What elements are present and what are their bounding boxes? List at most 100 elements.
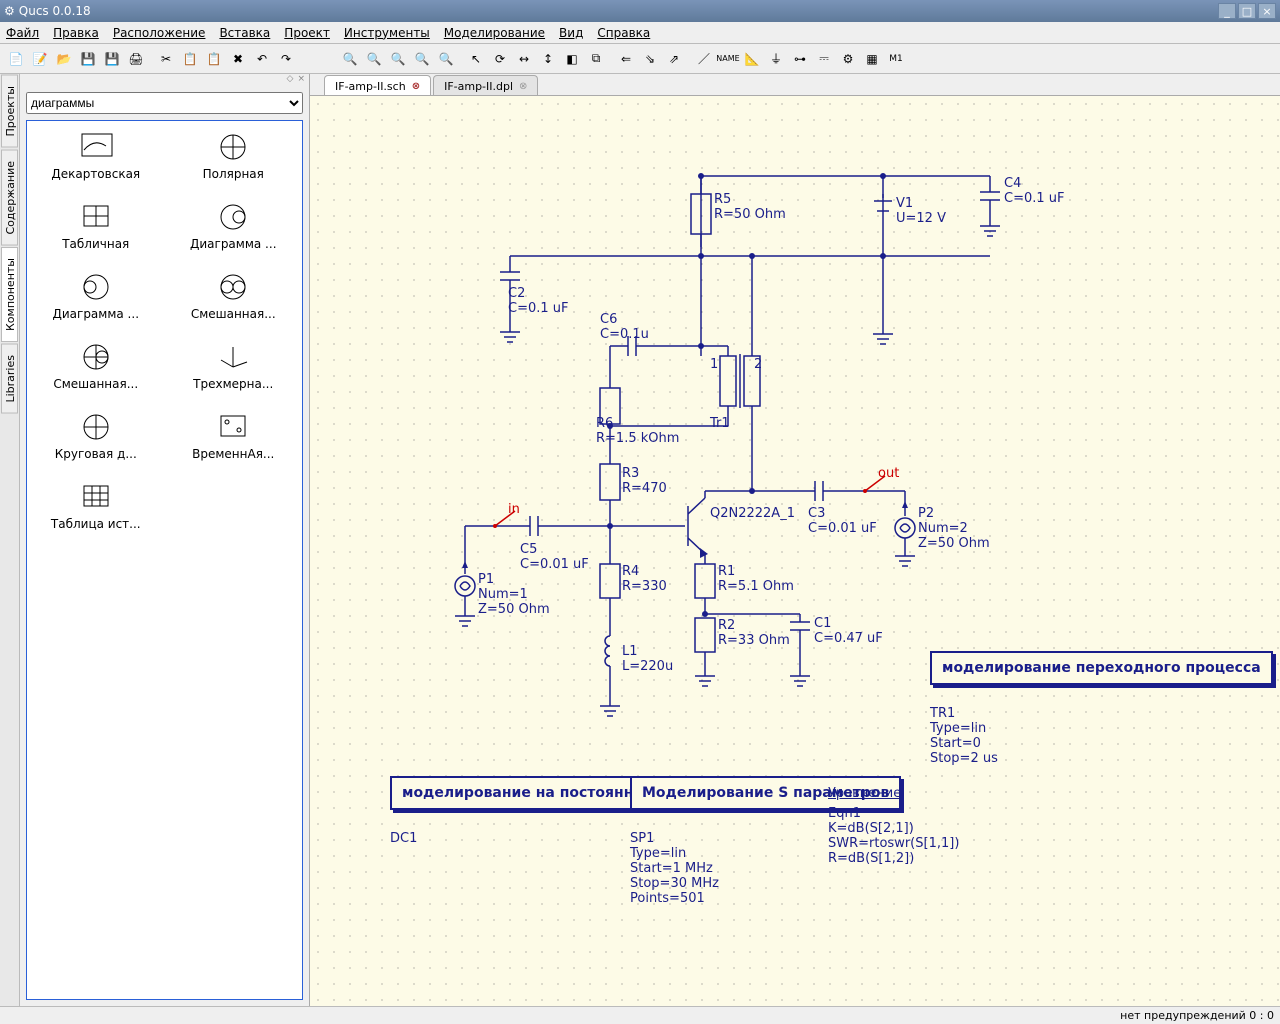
zoom-out-icon[interactable]: 🔍 [363,48,385,70]
tab-sch[interactable]: IF-amp-II.sch ⊗ [324,75,431,95]
menu-edit[interactable]: Правка [53,26,99,40]
paste-icon[interactable]: 📋 [203,48,225,70]
label-c4: C4 C=0.1 uF [1004,176,1065,206]
ground-icon[interactable]: ⏚ [765,48,787,70]
tab-close-icon[interactable]: ⊗ [519,81,527,92]
mirror-y-icon[interactable]: ↕ [537,48,559,70]
status-text: нет предупреждений 0 : 0 [1120,1009,1274,1022]
toggle-icon[interactable]: ⧉ [585,48,607,70]
sim-dc-sub: DC1 [390,831,417,846]
menu-view[interactable]: Вид [559,26,583,40]
delete-icon[interactable]: ✖ [227,48,249,70]
new-text-icon[interactable]: 📝 [29,48,51,70]
saveall-icon[interactable]: 💾 [101,48,123,70]
cursor-icon[interactable]: ↖ [465,48,487,70]
label-r2: R2 R=33 Ohm [718,618,790,648]
open-icon[interactable]: 📂 [53,48,75,70]
palette-item-table[interactable]: Табличная [27,191,165,261]
sidetab-libraries[interactable]: Libraries [1,344,18,414]
close-button[interactable]: × [1258,3,1276,19]
activate-icon[interactable]: ◧ [561,48,583,70]
palette-item-cartesian[interactable]: Декартовская [27,121,165,191]
palette-select[interactable]: диаграммы [26,92,303,114]
print-icon[interactable]: 🖨 [125,48,147,70]
wire-icon[interactable]: ／ [693,48,715,70]
minimize-button[interactable]: _ [1218,3,1236,19]
net-in: in [508,502,520,517]
panel-float-icon[interactable]: ◇ [287,74,294,88]
canvas-scroll[interactable]: R5 R=50 Ohm V1 U=12 V C4 C=0.1 uF C2 C=0… [310,96,1280,1006]
menu-help[interactable]: Справка [597,26,650,40]
label-c1: C1 C=0.47 uF [814,616,883,646]
menubar: Файл Правка Расположение Вставка Проект … [0,22,1280,44]
sidetab-components[interactable]: Компоненты [1,247,18,342]
back-icon[interactable]: ⇐ [615,48,637,70]
palette-item-circle[interactable]: Круговая д... [27,401,165,471]
palette-item-truthtable[interactable]: Таблица ист... [27,471,165,541]
mixed-icon [213,271,253,303]
mixed2-icon [76,341,116,373]
window-title: Qucs 0.0.18 [15,4,1218,18]
sidetab-projects[interactable]: Проекты [1,75,18,148]
new-icon[interactable]: 📄 [5,48,27,70]
label-p2: P2 Num=2 Z=50 Ohm [918,506,990,551]
cut-icon[interactable]: ✂ [155,48,177,70]
palette-item-polar[interactable]: Полярная [165,121,303,191]
sim-tr-box[interactable]: моделирование переходного процесса [930,651,1273,685]
palette-item-mixed2[interactable]: Смешанная... [27,331,165,401]
marker-icon[interactable]: M1 [885,48,907,70]
smith2-icon [76,271,116,303]
display-icon[interactable]: ▦ [861,48,883,70]
label-v1: V1 U=12 V [896,196,946,226]
port-icon[interactable]: ⊶ [789,48,811,70]
sidetab-content[interactable]: Содержание [1,150,18,246]
palette: Декартовская Полярная Табличная Диаграмм… [26,120,303,1000]
sim-tr-sub: TR1 Type=lin Start=0 Stop=2 us [930,706,998,766]
panel-close-icon[interactable]: × [297,74,305,88]
truth-icon [76,481,116,513]
palette-item-timing[interactable]: ВременнАя... [165,401,303,471]
palette-item-mixed[interactable]: Смешанная... [165,261,303,331]
tab-dpl[interactable]: IF-amp-II.dpl ⊗ [433,75,538,95]
tab-close-icon[interactable]: ⊗ [412,81,420,92]
into-icon[interactable]: ⇘ [639,48,661,70]
mirror-x-icon[interactable]: ↔ [513,48,535,70]
maximize-button[interactable]: □ [1238,3,1256,19]
palette-item-smith[interactable]: Диаграмма ... [165,191,303,261]
label-c6: C6 C=0.1u [600,312,649,342]
save-icon[interactable]: 💾 [77,48,99,70]
zoom-fit-icon[interactable]: 🔍 [387,48,409,70]
copy-icon[interactable]: 📋 [179,48,201,70]
sim-sp-sub: SP1 Type=lin Start=1 MHz Stop=30 MHz Poi… [630,831,719,906]
rotate-icon[interactable]: ⟳ [489,48,511,70]
net-out: out [878,466,899,481]
zoom-in-icon[interactable]: 🔍 [339,48,361,70]
menu-position[interactable]: Расположение [113,26,206,40]
menu-project[interactable]: Проект [284,26,330,40]
label-r4: R4 R=330 [622,564,667,594]
threed-icon [213,341,253,373]
polar-icon [213,131,253,163]
undo-icon[interactable]: ↶ [251,48,273,70]
eqn-head: Уравнение [828,786,901,801]
label-p1: P1 Num=1 Z=50 Ohm [478,572,550,617]
palette-item-3d[interactable]: Трехмерна... [165,331,303,401]
timing-icon [213,411,253,443]
zoom-area-icon[interactable]: 🔍 [411,48,433,70]
menu-tools[interactable]: Инструменты [344,26,430,40]
label-tr1: Tr1 [710,416,730,431]
equation-icon[interactable]: 📐 [741,48,763,70]
power-icon[interactable]: ⎓ [813,48,835,70]
palette-item-smith2[interactable]: Диаграмма ... [27,261,165,331]
label-c5: C5 C=0.01 uF [520,542,589,572]
simulate-icon[interactable]: ⚙ [837,48,859,70]
menu-simulate[interactable]: Моделирование [444,26,545,40]
label-r3: R3 R=470 [622,466,667,496]
menu-insert[interactable]: Вставка [219,26,270,40]
menu-file[interactable]: Файл [6,26,39,40]
schematic-canvas[interactable]: R5 R=50 Ohm V1 U=12 V C4 C=0.1 uF C2 C=0… [310,96,1280,1006]
redo-icon[interactable]: ↷ [275,48,297,70]
label-icon[interactable]: NAME [717,48,739,70]
up-icon[interactable]: ⇗ [663,48,685,70]
zoom-1-icon[interactable]: 🔍 [435,48,457,70]
